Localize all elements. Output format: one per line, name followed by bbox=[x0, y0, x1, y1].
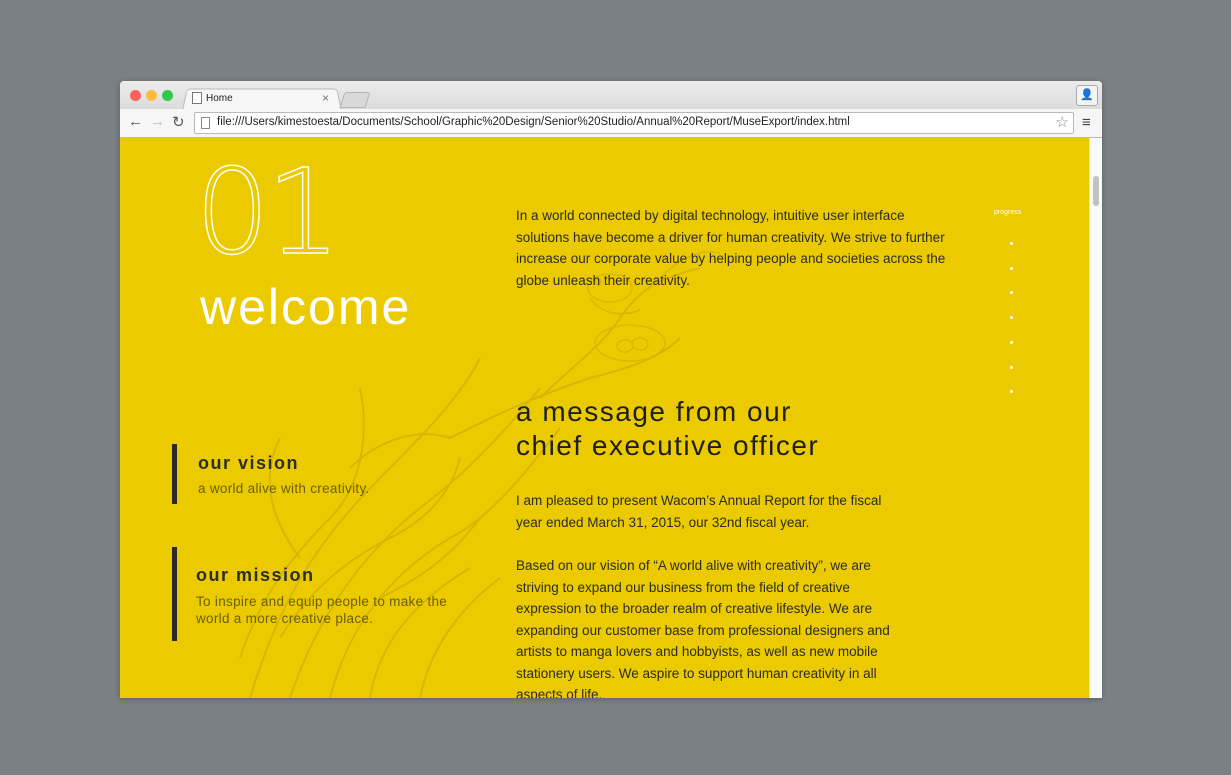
forward-button[interactable]: → bbox=[150, 113, 165, 130]
minimize-window-button[interactable] bbox=[146, 90, 157, 101]
url-text[interactable]: file:///Users/kimestoesta/Documents/Scho… bbox=[217, 116, 850, 128]
back-button[interactable]: ← bbox=[128, 113, 143, 130]
bookmark-star-icon[interactable]: ☆ bbox=[1056, 113, 1069, 131]
profile-icon[interactable]: 👤 bbox=[1076, 85, 1098, 106]
scrollbar-thumb[interactable] bbox=[1093, 176, 1099, 206]
progress-label: progress bbox=[994, 209, 1022, 216]
progress-dot[interactable] bbox=[1010, 242, 1013, 245]
progress-dot[interactable] bbox=[1010, 365, 1013, 369]
file-icon bbox=[201, 117, 210, 129]
vision-title: our vision bbox=[198, 453, 300, 473]
ceo-paragraph-1: I am pleased to present Wacom’s Annual R… bbox=[516, 493, 882, 530]
address-bar[interactable]: file:///Users/kimestoesta/Documents/Scho… bbox=[194, 112, 1074, 134]
title-bar: Home × 👤 bbox=[120, 81, 1102, 111]
browser-toolbar: ← → ↻ file:///Users/kimestoesta/Document… bbox=[120, 109, 1102, 138]
ceo-paragraph-2: Based on our vision of “A world alive wi… bbox=[516, 558, 890, 698]
section-number: 01 bbox=[194, 143, 342, 281]
menu-icon[interactable]: ≡ bbox=[1082, 114, 1091, 131]
progress-dot[interactable] bbox=[1010, 340, 1013, 344]
vision-text: a world alive with creativity. bbox=[198, 481, 370, 496]
ceo-heading: a message from our chief executive offic… bbox=[516, 395, 819, 463]
page-icon bbox=[192, 92, 202, 104]
ceo-heading-line2: chief executive officer bbox=[516, 430, 820, 461]
progress-dot[interactable] bbox=[1010, 266, 1013, 270]
ceo-heading-line1: a message from our bbox=[516, 396, 792, 427]
page-viewport: 01 welcome In a world connected by digit… bbox=[120, 138, 1102, 698]
tab-title: Home bbox=[206, 93, 233, 104]
reload-button[interactable]: ↻ bbox=[172, 113, 185, 131]
section-title: welcome bbox=[200, 279, 412, 335]
mission-title: our mission bbox=[196, 565, 315, 585]
tab-close-icon[interactable]: × bbox=[322, 91, 329, 105]
zoom-window-button[interactable] bbox=[162, 90, 173, 101]
browser-window: Home × 👤 ← → ↻ file:///Users/kimestoesta… bbox=[120, 81, 1102, 698]
scrollbar[interactable] bbox=[1089, 138, 1102, 698]
new-tab-button[interactable] bbox=[339, 92, 371, 108]
vision-bar bbox=[172, 444, 177, 504]
intro-paragraph: In a world connected by digital technolo… bbox=[516, 208, 946, 288]
mission-bar bbox=[172, 547, 177, 641]
mission-text: To inspire and equip people to make the … bbox=[196, 594, 448, 626]
tab-home-content[interactable]: Home × bbox=[192, 90, 338, 110]
close-window-button[interactable] bbox=[130, 90, 141, 101]
